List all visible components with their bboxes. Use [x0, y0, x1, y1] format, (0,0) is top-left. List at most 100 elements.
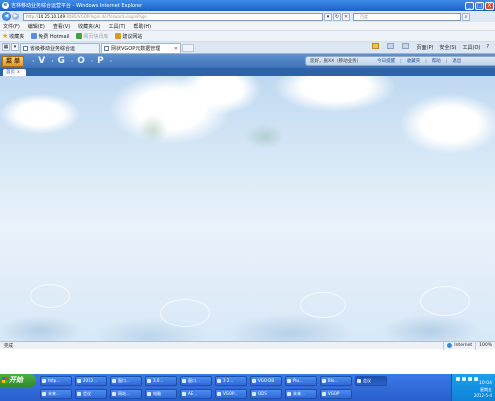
favorite-hotmail-label: 免费 Hotmail — [38, 33, 70, 40]
minimize-button[interactable]: _ — [465, 1, 474, 10]
link-favorites[interactable]: 收藏夹 — [407, 58, 421, 64]
palm-decoration — [138, 114, 168, 144]
taskbar-item[interactable]: 未来... — [285, 388, 317, 399]
link-help[interactable]: 帮助 — [432, 58, 441, 64]
cloud-decoration — [0, 94, 80, 134]
close-tab-icon[interactable]: x — [17, 70, 20, 75]
logo-letter: G — [57, 56, 71, 66]
tray-icon[interactable] — [474, 377, 478, 381]
help-icon[interactable]: ? — [486, 44, 489, 50]
refresh-icon[interactable]: ↻ — [333, 12, 341, 21]
taskbar-item[interactable]: 电脑 — [145, 388, 177, 399]
close-button[interactable]: X — [485, 1, 494, 10]
favorite-webslice-label: 网页快讯库 — [83, 33, 109, 40]
taskbar-item[interactable]: 网站... — [110, 388, 142, 399]
logo-letter: O — [77, 56, 91, 66]
tab-home[interactable]: 首页 x — [3, 69, 26, 76]
cloud-decoration — [400, 94, 495, 154]
search-icon[interactable]: ⌕ — [462, 12, 470, 21]
page-icon — [23, 46, 28, 51]
divider: | — [445, 58, 448, 64]
tools-menu[interactable]: 工具(O) — [463, 44, 481, 51]
palm-decoration — [245, 124, 285, 149]
taskbar-item[interactable]: http... — [40, 375, 72, 386]
home-button[interactable] — [371, 43, 381, 51]
vgop-logo: · V · G · O · P · — [32, 56, 117, 66]
forward-button[interactable]: ▶ — [12, 13, 19, 20]
taskbar-item[interactable]: 2012... — [75, 375, 107, 386]
tab-1[interactable]: 省级移动业务综合运 — [20, 43, 100, 53]
user-strip: 您好，张XX（移动业务） 今日提醒 | 收藏夹 | 帮助 | 退出 — [305, 56, 495, 66]
hotmail-icon — [31, 33, 38, 39]
taskbar-item[interactable]: ODS — [250, 388, 282, 399]
address-dropdown-icon[interactable]: ▾ — [324, 12, 332, 21]
app-menu-button[interactable]: 菜 单 — [2, 55, 24, 67]
favorites-button[interactable]: ★ 收藏夹 — [2, 32, 24, 40]
print-button[interactable] — [401, 43, 411, 51]
tab-1-label: 省级移动业务综合运 — [30, 46, 76, 52]
app-tab-strip: 首页 x — [0, 68, 495, 76]
new-tab-button[interactable] — [182, 44, 194, 52]
page-icon — [104, 46, 109, 51]
taskbar-item[interactable]: VGO·DB — [250, 375, 282, 386]
taskbar-item[interactable]: AE... — [180, 388, 212, 399]
taskbar: 开始 http... 2012... 窗口... 3.0... 窗口... 3 … — [0, 374, 495, 401]
tab-2[interactable]: 网状VGOP元数据管理 ✕ — [101, 43, 181, 53]
star-icon: ★ — [2, 32, 9, 40]
clock-time[interactable]: 10:04 — [479, 381, 492, 386]
maximize-button[interactable]: □ — [475, 1, 484, 10]
taskbar-item[interactable]: 3 2... — [215, 375, 247, 386]
address-path: :8080/VGOP/login.do?forward=loginPage — [64, 14, 147, 19]
taskbar-item[interactable]: 窗口... — [180, 375, 212, 386]
tab-list-icon[interactable]: ▾ — [11, 43, 19, 51]
stop-icon[interactable]: ✕ — [342, 12, 350, 21]
print-icon — [401, 43, 409, 49]
link-logout[interactable]: 退出 — [452, 58, 461, 64]
menu-bar: 文件(F) 编辑(E) 查看(V) 收藏夹(A) 工具(T) 帮助(H) — [0, 22, 495, 31]
taskbar-item[interactable]: VGOP... — [215, 388, 247, 399]
taskbar-item[interactable]: 3.0... — [145, 375, 177, 386]
menu-view[interactable]: 查看(V) — [53, 23, 70, 30]
feeds-button[interactable] — [386, 43, 396, 51]
swirl-decoration — [30, 284, 70, 308]
search-input[interactable]: 百度 — [353, 12, 461, 21]
tray-icon[interactable] — [462, 377, 466, 381]
page-menu[interactable]: 页面(P) — [417, 44, 434, 51]
menu-file[interactable]: 文件(F) — [3, 23, 20, 30]
tray-icon[interactable] — [456, 377, 460, 381]
status-bar: 完成 Internet 100% — [0, 341, 495, 350]
quick-tabs-icon[interactable]: ▦ — [2, 43, 10, 51]
menu-favorites[interactable]: 收藏夹(A) — [78, 23, 100, 30]
taskbar-item[interactable]: Blo... — [320, 375, 352, 386]
menu-tools[interactable]: 工具(T) — [109, 23, 126, 30]
taskbar-row-2: 未来... 会议 网站... 电脑 AE... VGOP... ODS 未来..… — [40, 388, 355, 399]
favorite-suggested-sites[interactable]: 建议网站 — [115, 33, 142, 40]
tab-home-label: 首页 — [6, 70, 15, 75]
status-text: 完成 — [4, 343, 13, 349]
logo-letter: P — [97, 56, 110, 66]
taskbar-item[interactable]: 未来... — [40, 388, 72, 399]
address-input[interactable]: http:// 10.25.10.149 :8080/VGOP/login.do… — [23, 12, 323, 21]
safety-menu[interactable]: 安全(S) — [439, 44, 456, 51]
close-tab-icon[interactable]: ✕ — [174, 46, 178, 52]
suggested-sites-icon — [115, 33, 122, 39]
security-zone[interactable]: Internet — [443, 341, 475, 350]
window-title: 吉林移动业务综合运营平台 - Windows Internet Explorer — [11, 3, 143, 9]
swirl-decoration — [420, 286, 470, 316]
taskbar-item[interactable]: 窗口... — [110, 375, 142, 386]
taskbar-item[interactable]: VGOP — [320, 388, 352, 399]
start-button[interactable]: 开始 — [0, 374, 36, 387]
link-reminders[interactable]: 今日提醒 — [377, 58, 395, 64]
window-title-bar: e 吉林移动业务综合运营平台 - Windows Internet Explor… — [0, 0, 495, 11]
zoom-control[interactable]: 100% — [475, 341, 495, 350]
taskbar-item[interactable]: 会议 — [355, 375, 387, 386]
favorite-hotmail[interactable]: 免费 Hotmail — [31, 33, 69, 40]
taskbar-item[interactable]: 会议 — [75, 388, 107, 399]
system-tray: 10:04 星期五 2012-5-4 — [451, 374, 495, 401]
taskbar-item[interactable]: Plu... — [285, 375, 317, 386]
favorite-webslice-gallery[interactable]: 网页快讯库 — [76, 33, 108, 40]
back-button[interactable]: ◀ — [2, 12, 11, 21]
menu-help[interactable]: 帮助(H) — [133, 23, 151, 30]
tray-icon[interactable] — [468, 377, 472, 381]
menu-edit[interactable]: 编辑(E) — [28, 23, 45, 30]
